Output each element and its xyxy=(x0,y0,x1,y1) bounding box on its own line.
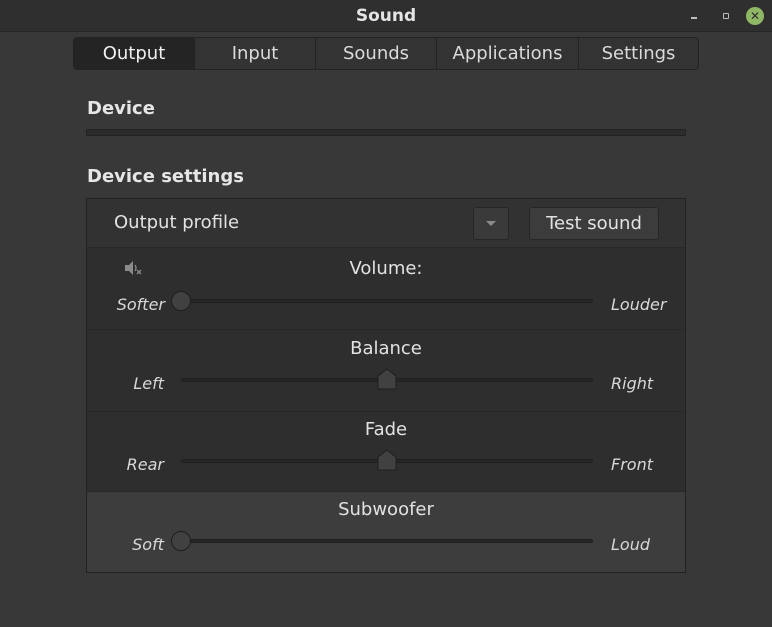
subwoofer-slider-track[interactable] xyxy=(181,539,593,543)
maximize-button[interactable] xyxy=(718,8,734,24)
subwoofer-max-label: Loud xyxy=(611,535,650,554)
output-profile-row: Output profile Test sound xyxy=(87,199,685,248)
tab-applications[interactable]: Applications xyxy=(437,38,579,69)
minimize-button[interactable] xyxy=(686,8,702,24)
volume-min-label: Softer xyxy=(116,295,165,314)
volume-slider-track[interactable] xyxy=(181,299,593,303)
close-icon: ✕ xyxy=(749,9,761,23)
tab-sounds[interactable]: Sounds xyxy=(316,38,437,69)
fade-front-label: Front xyxy=(611,455,653,474)
tab-bar: Output Input Sounds Applications Setting… xyxy=(73,37,699,70)
device-list[interactable] xyxy=(86,129,686,136)
tab-output[interactable]: Output xyxy=(74,38,195,69)
balance-right-label: Right xyxy=(611,374,654,393)
output-profile-label: Output profile xyxy=(114,212,240,233)
chevron-down-icon xyxy=(486,221,496,226)
close-button[interactable]: ✕ xyxy=(746,7,764,25)
fade-rear-label: Rear xyxy=(126,455,164,474)
subwoofer-slider-handle[interactable] xyxy=(171,531,191,551)
volume-max-label: Louder xyxy=(611,295,667,314)
fade-title: Fade xyxy=(364,419,408,440)
test-sound-button[interactable]: Test sound xyxy=(529,207,659,240)
balance-row: Balance Left Right xyxy=(87,330,685,412)
window-title: Sound xyxy=(355,6,417,26)
volume-title: Volume: xyxy=(349,258,423,279)
device-heading: Device xyxy=(87,98,155,119)
subwoofer-row: Subwoofer Soft Loud xyxy=(87,492,685,572)
title-bar: Sound ✕ xyxy=(0,0,772,32)
balance-slider-handle[interactable] xyxy=(377,368,397,390)
maximize-icon xyxy=(723,13,729,19)
output-profile-dropdown[interactable] xyxy=(473,207,509,240)
fade-slider-handle[interactable] xyxy=(377,449,397,471)
tab-input[interactable]: Input xyxy=(195,38,316,69)
balance-title: Balance xyxy=(350,338,422,359)
subwoofer-title: Subwoofer xyxy=(338,499,434,520)
device-settings-heading: Device settings xyxy=(87,166,244,187)
device-settings-panel: Output profile Test sound Volume: Softer… xyxy=(86,198,686,573)
minimize-icon xyxy=(691,17,697,19)
subwoofer-min-label: Soft xyxy=(132,535,164,554)
volume-row: Volume: Softer Louder xyxy=(87,248,685,330)
fade-row: Fade Rear Front xyxy=(87,412,685,492)
volume-slider-handle[interactable] xyxy=(171,291,191,311)
tab-settings[interactable]: Settings xyxy=(579,38,698,69)
balance-left-label: Left xyxy=(133,374,164,393)
